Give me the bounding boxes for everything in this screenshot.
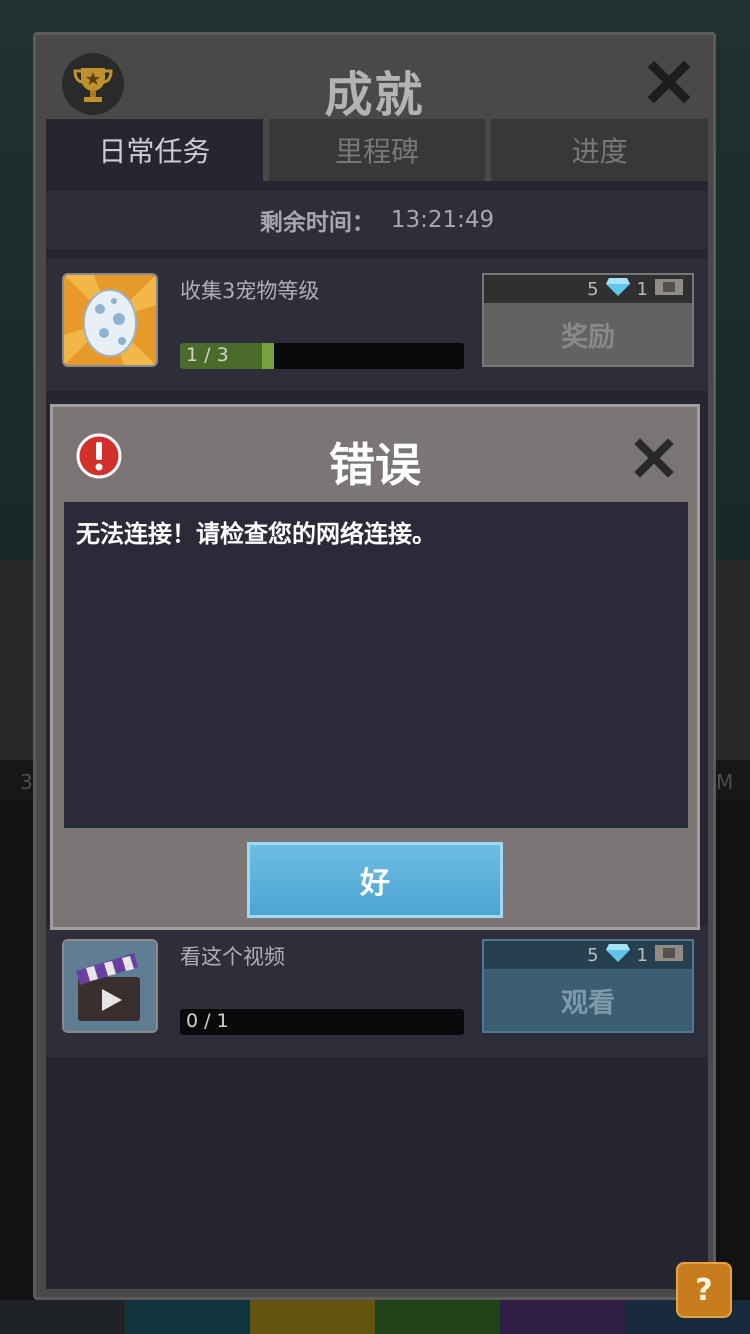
panel-close-icon[interactable] bbox=[644, 57, 694, 107]
reward-tickets-count: 1 bbox=[636, 944, 648, 966]
reward-watch-box: 5 1 观看 bbox=[482, 939, 694, 1033]
task-row: 看这个视频 0 / 1 5 1 观看 bbox=[46, 925, 708, 1057]
ticket-icon bbox=[654, 277, 684, 302]
dialog-title: 错误 bbox=[329, 438, 421, 492]
reward-tickets-count: 1 bbox=[636, 278, 648, 300]
task-progress-bar: 1 / 3 bbox=[180, 343, 464, 369]
diamond-icon bbox=[605, 943, 631, 968]
diamond-icon bbox=[605, 277, 631, 302]
reward-claim-box: 5 1 奖励 bbox=[482, 273, 694, 367]
tab-milestones[interactable]: 里程碑 bbox=[268, 119, 486, 181]
reward-gems-count: 5 bbox=[587, 944, 599, 966]
ok-button[interactable]: 好 bbox=[247, 842, 503, 918]
time-remaining-bar: 剩余时间： 13:21:49 bbox=[46, 191, 708, 249]
task-name: 看这个视频 bbox=[180, 945, 285, 969]
reward-summary: 5 1 bbox=[484, 275, 692, 303]
dialog-message: 无法连接！请检查您的网络连接。 bbox=[76, 520, 436, 548]
error-dialog: 错误 无法连接！请检查您的网络连接。 好 bbox=[50, 404, 700, 930]
achievements-tabs: 日常任务 里程碑 进度 bbox=[46, 119, 709, 181]
time-remaining-label: 剩余时间： bbox=[259, 210, 375, 236]
task-progress-bar: 0 / 1 bbox=[180, 1009, 464, 1035]
achievements-header: 成就 bbox=[36, 35, 713, 123]
task-name: 收集3宠物等级 bbox=[180, 279, 320, 303]
dialog-close-icon[interactable] bbox=[631, 435, 677, 481]
tab-progress[interactable]: 进度 bbox=[491, 119, 709, 181]
watch-video-button[interactable]: 观看 bbox=[484, 969, 692, 1031]
time-remaining-value: 13:21:49 bbox=[390, 207, 495, 233]
task-progress-text: 1 / 3 bbox=[186, 344, 229, 366]
task-progress-text: 0 / 1 bbox=[186, 1010, 229, 1032]
reward-gems-count: 5 bbox=[587, 278, 599, 300]
video-clapper-icon bbox=[62, 939, 158, 1033]
ticket-icon bbox=[654, 943, 684, 968]
pet-egg-icon bbox=[62, 273, 158, 367]
tab-daily-tasks[interactable]: 日常任务 bbox=[46, 119, 263, 181]
dialog-message-area: 无法连接！请检查您的网络连接。 bbox=[64, 502, 688, 828]
help-button[interactable]: ? bbox=[676, 1262, 732, 1318]
claim-reward-button[interactable]: 奖励 bbox=[484, 303, 692, 365]
reward-summary: 5 1 bbox=[484, 941, 692, 969]
achievements-title: 成就 bbox=[324, 67, 425, 123]
task-row: 收集3宠物等级 1 / 3 5 1 奖励 bbox=[46, 259, 708, 391]
